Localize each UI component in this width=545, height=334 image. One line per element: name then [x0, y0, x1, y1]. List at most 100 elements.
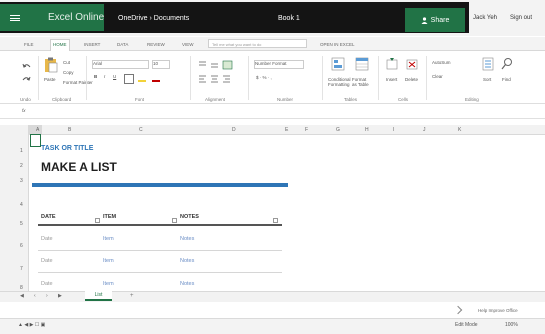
tell-me-search[interactable]: Tell me what you want to do: [208, 39, 307, 48]
table-row-divider: [38, 250, 282, 251]
tab-view[interactable]: VIEW: [180, 40, 196, 49]
app-name[interactable]: Excel Online: [48, 12, 104, 23]
tab-review[interactable]: REVIEW: [145, 40, 167, 49]
sheet-tab-list[interactable]: List: [85, 290, 112, 301]
delete-cells-label[interactable]: Delete: [405, 77, 418, 82]
number-format-select[interactable]: Number Format: [254, 60, 304, 69]
column-header-b[interactable]: B: [68, 127, 71, 133]
table-header-notes[interactable]: NOTES: [180, 214, 199, 220]
formula-bar[interactable]: [0, 104, 545, 119]
format-as-table-icon[interactable]: [355, 57, 369, 71]
tab-home[interactable]: HOME: [50, 39, 70, 51]
clear-button[interactable]: Clear: [432, 74, 443, 79]
font-size-select[interactable]: 10: [152, 60, 170, 69]
app-launcher-icon[interactable]: [10, 15, 20, 21]
status-icons[interactable]: ▲ ◀ ▶ ☐ ▣: [18, 322, 45, 328]
column-header-k[interactable]: K: [458, 127, 461, 133]
select-all-corner[interactable]: [28, 125, 42, 134]
share-button[interactable]: Share: [405, 8, 465, 32]
copy-button[interactable]: Copy: [63, 70, 74, 75]
italic-button[interactable]: I: [104, 74, 105, 79]
borders-icon[interactable]: [124, 74, 134, 84]
tab-data[interactable]: DATA: [115, 40, 130, 49]
filter-dropdown-icon[interactable]: [273, 218, 278, 223]
row-header-2[interactable]: 2: [20, 163, 23, 169]
sheet-title-label[interactable]: TASK OR TITLE: [41, 145, 93, 152]
horizontal-align-icons[interactable]: [198, 74, 242, 84]
table-cell-date[interactable]: Date: [41, 236, 53, 242]
conditional-formatting-icon[interactable]: [331, 57, 345, 71]
sort-label[interactable]: Sort: [483, 77, 491, 82]
table-header-date[interactable]: DATE: [41, 214, 56, 220]
scroll-arrow-icon[interactable]: [453, 305, 463, 315]
tab-file[interactable]: FILE: [22, 40, 36, 49]
row-header-1[interactable]: 1: [20, 148, 23, 154]
find-label[interactable]: Find: [502, 77, 511, 82]
table-header-item[interactable]: ITEM: [103, 214, 116, 220]
filter-dropdown-icon[interactable]: [172, 218, 177, 223]
column-header-e[interactable]: E: [285, 127, 288, 133]
autosum-button[interactable]: AutoSum: [432, 60, 451, 65]
redo-icon[interactable]: [22, 75, 31, 84]
cut-button[interactable]: Cut: [63, 60, 70, 65]
view-mode[interactable]: Edit Mode: [455, 322, 478, 328]
filter-dropdown-icon[interactable]: [95, 218, 100, 223]
conditional-formatting-label[interactable]: Conditional Formatting: [328, 77, 351, 87]
tab-insert[interactable]: INSERT: [82, 40, 102, 49]
insert-cells-label[interactable]: Insert: [386, 77, 397, 82]
table-cell-notes[interactable]: Notes: [180, 236, 194, 242]
workbook-title[interactable]: Book 1: [278, 15, 300, 22]
last-sheet-button[interactable]: ▶: [58, 293, 62, 299]
underline-button[interactable]: U: [113, 74, 116, 79]
insert-cells-icon[interactable]: [385, 57, 399, 71]
font-name-select[interactable]: Arial: [92, 60, 149, 69]
column-header-c[interactable]: C: [139, 127, 143, 133]
help-improve-office-link[interactable]: Help Improve Office: [478, 308, 518, 313]
row-header-7[interactable]: 7: [20, 266, 23, 272]
row-header-4[interactable]: 4: [20, 202, 23, 208]
column-header-f[interactable]: F: [305, 127, 308, 133]
table-cell-item[interactable]: Item: [103, 258, 114, 264]
add-sheet-button[interactable]: +: [130, 293, 134, 299]
bold-button[interactable]: B: [94, 74, 97, 79]
group-label-alignment: Alignment: [205, 97, 226, 102]
group-label-tables: Tables: [344, 97, 358, 102]
undo-icon[interactable]: [22, 62, 31, 71]
column-header-i[interactable]: I: [393, 127, 394, 133]
column-header-h[interactable]: H: [365, 127, 369, 133]
number-format-buttons[interactable]: $ · % · ,: [256, 75, 272, 80]
font-color-icon[interactable]: [152, 80, 160, 82]
column-header-g[interactable]: G: [336, 127, 340, 133]
previous-sheet-button[interactable]: ‹: [34, 293, 36, 299]
table-cell-item[interactable]: Item: [103, 236, 114, 242]
table-cell-date[interactable]: Date: [41, 258, 53, 264]
sheet-heading[interactable]: MAKE A LIST: [41, 160, 117, 174]
user-name[interactable]: Jack Yeh: [473, 15, 497, 21]
column-header-j[interactable]: J: [423, 127, 426, 133]
row-header-3[interactable]: 3: [20, 178, 23, 184]
next-sheet-button[interactable]: ›: [46, 293, 48, 299]
row-header-6[interactable]: 6: [20, 243, 23, 249]
table-cell-notes[interactable]: Notes: [180, 258, 194, 264]
breadcrumb[interactable]: OneDrive › Documents: [118, 15, 189, 22]
sort-icon[interactable]: [482, 57, 494, 71]
first-sheet-button[interactable]: ◀: [20, 293, 24, 299]
format-as-table-label[interactable]: Format as Table: [352, 77, 372, 87]
open-in-excel-link[interactable]: OPEN IN EXCEL: [318, 40, 357, 49]
find-icon[interactable]: [501, 57, 513, 71]
column-header-a[interactable]: A: [36, 127, 39, 133]
paste-icon[interactable]: [44, 57, 58, 73]
column-header-d[interactable]: D: [232, 127, 236, 133]
fill-color-icon[interactable]: [138, 80, 146, 82]
table-cell-item[interactable]: Item: [103, 281, 114, 287]
paste-label[interactable]: Paste: [44, 77, 56, 82]
sign-out-link[interactable]: Sign out: [510, 15, 532, 21]
active-cell-selection[interactable]: [30, 134, 41, 147]
zoom-level[interactable]: 100%: [505, 322, 518, 328]
delete-cells-icon[interactable]: [405, 57, 419, 71]
row-header-5[interactable]: 5: [20, 221, 23, 227]
table-cell-notes[interactable]: Notes: [180, 281, 194, 287]
format-painter-button[interactable]: Format Painter: [63, 80, 93, 85]
table-cell-date[interactable]: Date: [41, 281, 53, 287]
vertical-align-icons[interactable]: [198, 60, 234, 70]
